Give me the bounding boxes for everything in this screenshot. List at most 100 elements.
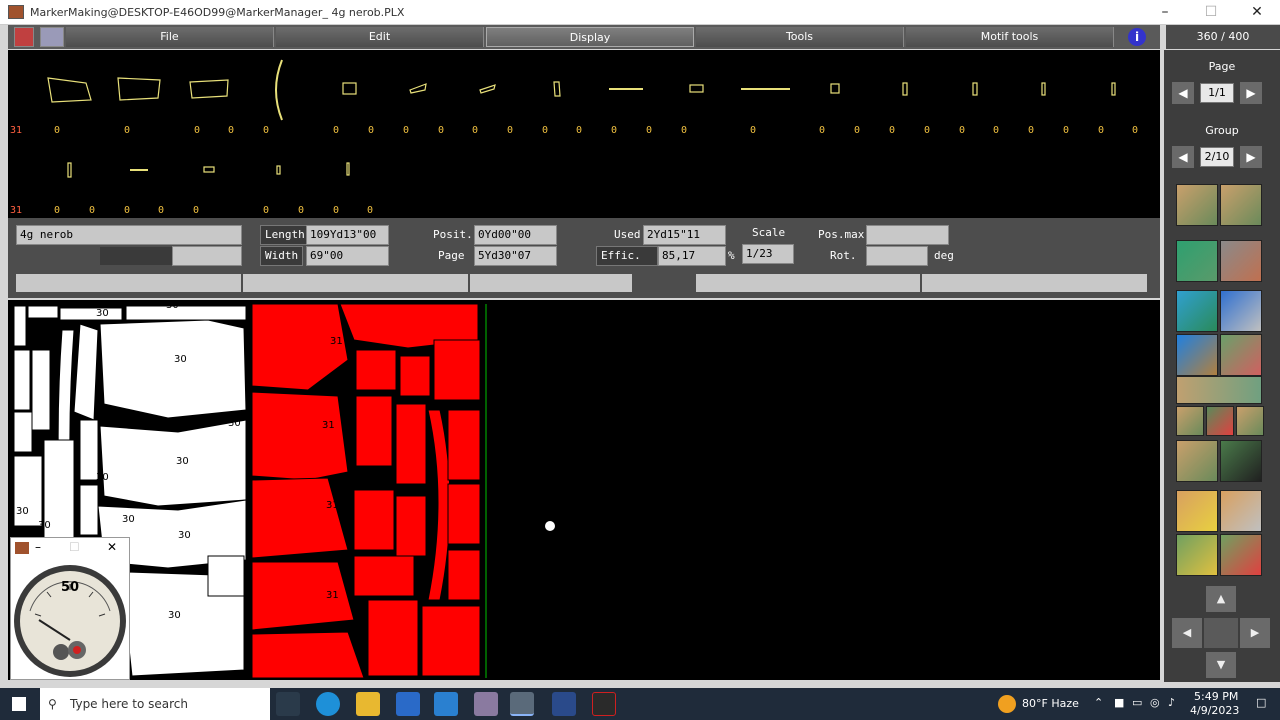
posmax-label: Pos.max [818,228,865,241]
row-label: 31 [10,205,23,216]
task-view-icon[interactable] [276,692,300,716]
piece-count: 0 [333,125,340,136]
length-field[interactable]: 109Yd13"00 [306,225,389,245]
effic-field[interactable]: 85,17 [658,246,726,266]
piece-shape [275,59,283,121]
piece-number: 30 [176,456,189,467]
red-book-icon[interactable] [14,27,34,47]
posmax-field[interactable] [866,225,949,245]
move-up-tool-icon[interactable] [1176,184,1218,226]
piece-count: 0 [924,125,931,136]
pieces-panel[interactable]: 31 0 0 0 0 0 0 0 0 0 0 0 0 0 0 0 0 0 0 0… [8,50,1160,218]
printer-icon[interactable] [40,27,64,47]
piece-number: 30 [174,354,187,365]
menu-display[interactable]: Display [486,27,694,47]
piece-count: 0 [124,205,131,216]
page-label: Page [438,249,465,262]
cut-tool-icon[interactable] [1220,534,1262,576]
battery-icon[interactable]: ▭ [1132,696,1142,709]
rotate-tool-icon[interactable] [1176,290,1218,332]
page-nav-value[interactable]: 1/1 [1200,83,1234,103]
posit-field[interactable]: 0Yd00"00 [474,225,557,245]
close-icon[interactable]: ✕ [1234,0,1280,25]
store-icon[interactable] [396,692,420,716]
placed-piece [27,305,59,319]
notification-icon[interactable]: □ [1256,696,1266,709]
red-piece [395,495,427,557]
scroll-center[interactable] [1204,618,1238,648]
maximize-icon[interactable]: ☐ [1188,0,1234,25]
meter-minimize-icon[interactable]: – [35,540,41,554]
menu-motif-tools[interactable]: Motif tools [906,27,1114,47]
red-piece [447,483,481,545]
zoom-tool-icon[interactable] [1176,334,1218,376]
scroll-left-icon[interactable]: ◀ [1172,618,1202,648]
scale-field[interactable]: 1/23 [742,244,794,264]
page-prev-icon[interactable]: ◀ [1172,82,1194,104]
edge-browser-icon[interactable] [316,692,340,716]
scroll-right-icon[interactable]: ▶ [1240,618,1270,648]
menu-tools[interactable]: Tools [696,27,904,47]
place-down-tool-icon[interactable] [1176,240,1218,282]
app-taskbar-icon[interactable] [474,692,498,716]
weather-icon[interactable] [998,695,1016,713]
compact-tool-icon[interactable] [1220,440,1262,482]
auto-nest-tool-icon[interactable] [1176,440,1218,482]
marker-name-field[interactable]: 4g nerob [16,225,242,245]
group-next-icon[interactable]: ▶ [1240,146,1262,168]
clock-date[interactable]: 4/9/2023 [1190,704,1239,717]
minimize-icon[interactable]: – [1142,0,1188,25]
record-app-icon[interactable] [592,692,616,716]
menu-edit[interactable]: Edit [276,27,484,47]
scroll-up-icon[interactable]: ▲ [1206,586,1236,612]
info-icon[interactable]: i [1128,28,1146,46]
gear-tool-icon[interactable] [1220,490,1262,532]
piece-count: 0 [333,205,340,216]
page-field[interactable]: 5Yd30"07 [474,246,557,266]
meter-close-icon[interactable]: ✕ [107,540,117,554]
file-explorer-icon[interactable] [356,692,380,716]
marker-extra-field[interactable] [172,246,242,266]
used-field[interactable]: 2Yd15"11 [643,225,726,245]
status-bar-1 [16,274,241,292]
piece-shape-tool-icon[interactable] [1220,334,1262,376]
group-nav-value[interactable]: 2/10 [1200,147,1234,167]
marker-canvas[interactable]: 30 30 30 30 30 30 30 31 31 31 31 30 30 3… [8,300,1160,680]
fabric-tool-icon[interactable] [1176,534,1218,576]
group-nav-label: Group [1205,124,1239,137]
weather-text[interactable]: 80°F Haze [1022,697,1079,710]
move-right-tool-icon[interactable] [1220,184,1262,226]
clock-time[interactable]: 5:49 PM [1194,690,1238,703]
volume-icon[interactable]: ♪ [1168,696,1175,709]
tray-app-icon[interactable]: ■ [1114,696,1124,709]
network-icon[interactable]: ◎ [1150,696,1160,709]
group-prev-icon[interactable]: ◀ [1172,146,1194,168]
red-piece [251,391,349,481]
layout-strip-tool-icon[interactable] [1176,376,1262,404]
mail-icon[interactable] [434,692,458,716]
taskbar-search-input[interactable]: ⚲ Type here to search [40,688,270,720]
app-icon [8,5,24,19]
meter-maximize-icon[interactable]: ☐ [69,540,80,554]
grid-tool-icon[interactable] [1176,406,1204,436]
align-tool-icon[interactable] [1220,240,1262,282]
red-piece [421,605,481,677]
placed-piece [99,319,247,419]
menu-file[interactable]: File [66,27,274,47]
windows-start-icon[interactable] [12,697,26,711]
rot-field[interactable] [866,246,928,266]
page-next-icon[interactable]: ▶ [1240,82,1262,104]
pen-app-icon[interactable] [552,692,576,716]
flip-tool-icon[interactable] [1220,290,1262,332]
piece-number: 31 [322,420,335,431]
scroll-down-icon[interactable]: ▼ [1206,652,1236,678]
scale-label: Scale [752,226,786,239]
tray-chevron-icon[interactable]: ⌃ [1094,696,1103,709]
swap-tool-icon[interactable] [1206,406,1234,436]
marker-manager-taskbar-icon[interactable] [510,692,534,716]
piece-count: 0 [993,125,1000,136]
piece-shape [346,162,350,176]
lightning-tool-icon[interactable] [1176,490,1218,532]
width-field[interactable]: 69"00 [306,246,389,266]
pieces-tool-icon[interactable] [1236,406,1264,436]
